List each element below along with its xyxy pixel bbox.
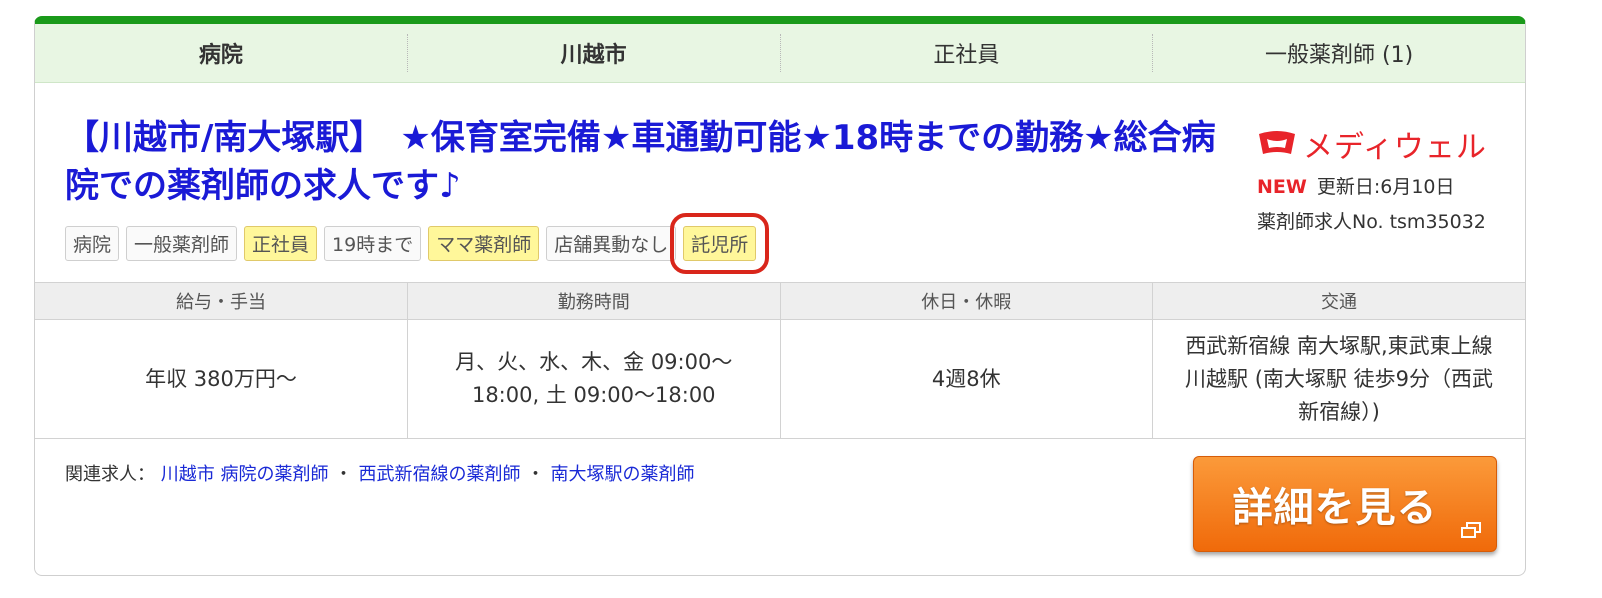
medi-well-logo-icon [1259,131,1295,154]
tag-full-time: 正社員 [244,226,318,261]
tag-list: 病院 一般薬剤師 正社員 19時まで ママ薬剤師 店舗異動なし 託児所 [65,213,770,274]
brand-logo: メディウェル [1257,124,1517,165]
category-bar: 病院 川越市 正社員 一般薬剤師 (1) [35,24,1525,83]
job-card: 病院 川越市 正社員 一般薬剤師 (1) 【川越市/南大塚駅】 ★保育室完備★車… [34,16,1526,576]
header-hours: 勤務時間 [407,282,781,320]
related-label: 関連求人： [65,464,155,485]
category-job-type: 一般薬剤師 (1) [1265,43,1414,68]
category-facility: 病院 [35,34,408,72]
header-access: 交通 [1152,282,1525,320]
related-link-minami-otsuka[interactable]: 南大塚駅の薬剤師 [550,464,694,485]
category-city: 川越市 [408,34,781,72]
value-hours: 月、火、水、木、金 09:00〜18:00, 土 09:00〜18:00 [407,319,781,439]
job-title[interactable]: 【川越市/南大塚駅】 ★保育室完備★車通勤可能★18時までの勤務★総合病院での薬… [65,114,1235,210]
tag-daycare: 託児所 [670,213,770,274]
job-specs-table: 給与・手当 勤務時間 休日・休暇 交通 年収 380万円〜 月、火、水、木、金 … [35,282,1525,439]
value-access: 西武新宿線 南大塚駅,東武東上線 川越駅 (南大塚駅 徒歩9分（西武新宿線）) [1152,319,1525,439]
related-separator: ・ [526,464,545,485]
category-employment: 正社員 [781,34,1154,72]
external-window-icon [1461,522,1481,538]
tag-until-19: 19時まで [324,226,422,261]
job-number: 薬剤師求人No. tsm35032 [1257,211,1486,233]
value-salary: 年収 380万円〜 [35,319,408,439]
tag-hospital: 病院 [65,226,120,261]
brand-info: メディウェル NEW 更新日:6月10日 薬剤師求人No. tsm35032 [1257,124,1517,234]
view-details-button[interactable]: 詳細を見る [1193,456,1497,552]
header-salary: 給与・手当 [35,282,408,320]
related-separator: ・ [334,464,353,485]
brand-name: メディウェル [1303,130,1487,165]
header-holidays: 休日・休暇 [780,282,1153,320]
update-info: NEW 更新日:6月10日 [1257,172,1517,199]
tag-general-pharmacist: 一般薬剤師 [126,226,238,261]
related-jobs: 関連求人： 川越市 病院の薬剤師・西武新宿線の薬剤師・南大塚駅の薬剤師 [65,460,694,486]
view-details-label: 詳細を見る [1232,485,1438,531]
related-link-seibu-shinjuku[interactable]: 西武新宿線の薬剤師 [358,464,520,485]
updated-date: 更新日:6月10日 [1316,176,1455,198]
new-badge: NEW [1257,176,1307,198]
related-link-kawagoe-hospital[interactable]: 川越市 病院の薬剤師 [161,464,329,485]
tag-no-transfer: 店舗異動なし [546,226,677,261]
value-holidays: 4週8休 [780,319,1153,439]
tag-mama-pharmacist: ママ薬剤師 [428,226,540,261]
